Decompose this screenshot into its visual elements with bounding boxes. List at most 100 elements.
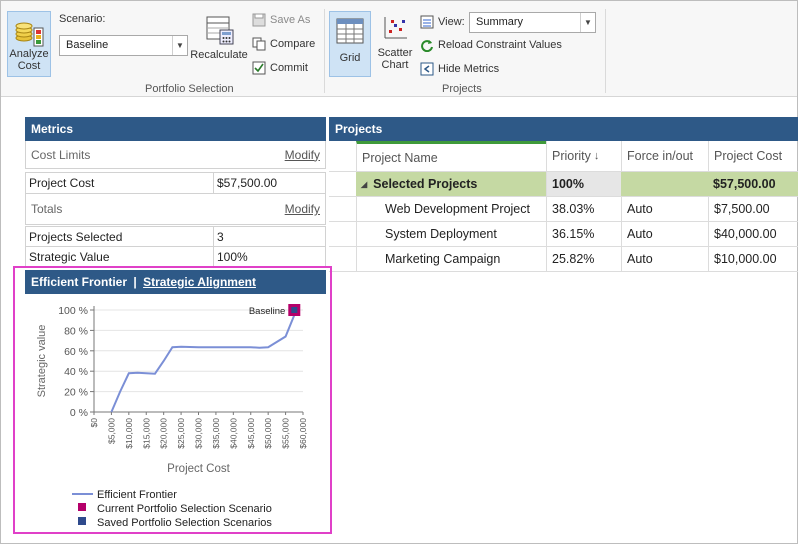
table-row[interactable]: Marketing Campaign 25.82% Auto $10,000.0… bbox=[329, 247, 798, 272]
save-as-button[interactable]: Save As bbox=[252, 13, 310, 27]
commit-button[interactable]: Commit bbox=[252, 61, 308, 75]
projects-selected-value: 3 bbox=[213, 227, 224, 246]
y-tick-label: 100 % bbox=[58, 305, 88, 317]
column-header-project-name-label: Project Name bbox=[362, 150, 438, 165]
projects-selected-row: Projects Selected 3 bbox=[25, 226, 326, 247]
legend-efficient-frontier: Efficient Frontier bbox=[97, 489, 177, 501]
projects-group-label: Projects bbox=[442, 83, 482, 95]
y-tick-label: 60 % bbox=[64, 346, 88, 358]
project-cost-cell: $10,000.00 bbox=[708, 247, 798, 271]
portfolio-selection-group-label: Portfolio Selection bbox=[145, 83, 234, 95]
cost-limits-label: Cost Limits bbox=[31, 147, 91, 162]
group-cost: $57,500.00 bbox=[713, 177, 776, 191]
recalculate-label: Recalculate bbox=[190, 49, 248, 61]
recalculate-button[interactable]: Recalculate bbox=[190, 15, 248, 61]
priority-cell: 25.82% bbox=[546, 247, 621, 271]
grid-view-button[interactable]: Grid bbox=[329, 11, 371, 77]
selected-projects-group-row[interactable]: ◢ Selected Projects 100% $57,500.00 bbox=[329, 172, 798, 197]
view-value: Summary bbox=[476, 16, 524, 28]
compare-button[interactable]: Compare bbox=[252, 37, 315, 51]
y-axis-title: Strategic value bbox=[36, 325, 48, 398]
row-selector-header bbox=[329, 141, 356, 171]
y-tick-label: 20 % bbox=[64, 387, 88, 399]
project-cost-value: $57,500.00 bbox=[213, 173, 277, 193]
x-tick-label: $25,000 bbox=[176, 418, 186, 449]
saved-scenario-marker bbox=[291, 307, 298, 313]
cost-limits-row: Cost Limits Modify bbox=[25, 141, 326, 169]
legend-saved-scenarios: Saved Portfolio Selection Scenarios bbox=[97, 517, 272, 529]
table-row[interactable]: Web Development Project 38.03% Auto $7,5… bbox=[329, 197, 798, 222]
chart-header: Efficient Frontier | Strategic Alignment bbox=[25, 270, 326, 294]
efficient-frontier-tab[interactable]: Efficient Frontier bbox=[31, 275, 127, 289]
commit-icon bbox=[252, 61, 266, 75]
baseline-point-label: Baseline bbox=[249, 306, 285, 317]
totals-modify-link[interactable]: Modify bbox=[282, 194, 320, 224]
save-as-label: Save As bbox=[270, 14, 311, 26]
project-name-cell: Marketing Campaign bbox=[356, 247, 546, 271]
analyze-cost-button[interactable]: Analyze Cost bbox=[7, 11, 51, 77]
force-cell[interactable]: Auto bbox=[621, 222, 708, 246]
x-tick-label: $45,000 bbox=[246, 418, 256, 449]
column-header-project-name[interactable]: Project Name bbox=[356, 141, 546, 171]
group-force bbox=[621, 172, 708, 196]
collapse-triangle-icon[interactable]: ◢ bbox=[361, 180, 367, 189]
view-select[interactable]: Summary ▼ bbox=[469, 12, 596, 33]
scatter-chart-button[interactable]: Scatter Chart bbox=[375, 15, 415, 71]
y-tick-label: 80 % bbox=[64, 325, 88, 337]
reload-constraint-values-button[interactable]: Reload Constraint Values bbox=[420, 38, 562, 52]
group-priority: 100% bbox=[546, 172, 621, 196]
x-axis-title: Project Cost bbox=[167, 463, 230, 475]
legend-current-scenario: Current Portfolio Selection Scenario bbox=[97, 503, 272, 515]
totals-row: Totals Modify bbox=[25, 194, 326, 225]
chevron-down-icon: ▼ bbox=[580, 13, 595, 32]
scenario-value: Baseline bbox=[66, 39, 109, 51]
x-tick-label: $5,000 bbox=[106, 418, 116, 444]
calculator-icon bbox=[206, 16, 234, 45]
scatter-label-1: Scatter bbox=[377, 47, 413, 59]
table-row[interactable]: System Deployment 36.15% Auto $40,000.00 bbox=[329, 222, 798, 247]
efficient-frontier-chart: 0 % 20 % 40 % 60 % 80 % 100 % $0 $5,000 $10,000 $… bbox=[36, 304, 308, 529]
x-tick-label: $20,000 bbox=[159, 418, 169, 449]
efficient-frontier-panel: Efficient Frontier | Strategic Alignment… bbox=[13, 266, 332, 534]
x-tick-label: $30,000 bbox=[194, 418, 204, 449]
strategic-value-value: 100% bbox=[213, 247, 248, 266]
row-selector bbox=[329, 197, 356, 221]
ribbon: Analyze Cost Scenario: Baseline ▼ Recalc… bbox=[1, 1, 797, 97]
project-name-cell: System Deployment bbox=[356, 222, 546, 246]
analyze-label-1: Analyze bbox=[9, 48, 49, 60]
cost-limits-modify-link[interactable]: Modify bbox=[282, 141, 320, 168]
force-cell[interactable]: Auto bbox=[621, 197, 708, 221]
analyze-label-2: Cost bbox=[17, 60, 41, 72]
view-label-group: View: bbox=[420, 15, 465, 29]
x-tick-label: $55,000 bbox=[281, 418, 291, 449]
projects-selected-label: Projects Selected bbox=[29, 229, 123, 244]
metrics-header: Metrics bbox=[25, 117, 326, 141]
column-header-priority[interactable]: Priority ↓ bbox=[546, 141, 621, 171]
force-cell[interactable]: Auto bbox=[621, 247, 708, 271]
column-header-project-cost[interactable]: Project Cost bbox=[708, 141, 798, 171]
grid-header-row: Project Name Priority ↓ Force in/out Pro… bbox=[329, 141, 798, 172]
scatter-chart-icon bbox=[384, 17, 407, 39]
x-tick-label: $35,000 bbox=[211, 418, 221, 449]
hide-metrics-button[interactable]: Hide Metrics bbox=[420, 62, 499, 76]
grid-icon bbox=[336, 18, 364, 44]
projects-header: Projects bbox=[329, 117, 798, 141]
hide-metrics-label: Hide Metrics bbox=[438, 63, 500, 75]
x-tick-label: $50,000 bbox=[263, 418, 273, 449]
chevron-down-icon: ▼ bbox=[172, 36, 187, 55]
strategic-alignment-tab[interactable]: Strategic Alignment bbox=[143, 275, 256, 289]
row-selector bbox=[329, 247, 356, 271]
view-list-icon bbox=[420, 15, 434, 29]
scenario-select[interactable]: Baseline ▼ bbox=[59, 35, 188, 56]
ribbon-separator bbox=[324, 9, 325, 93]
row-selector bbox=[329, 172, 356, 196]
scenario-label: Scenario: bbox=[59, 13, 106, 25]
scatter-label-2: Chart bbox=[381, 59, 409, 71]
ribbon-separator bbox=[605, 9, 606, 93]
column-header-force-label: Force in/out bbox=[627, 149, 694, 163]
x-tick-label: $10,000 bbox=[124, 418, 134, 449]
column-header-force[interactable]: Force in/out bbox=[621, 141, 708, 171]
legend-saved-swatch bbox=[78, 517, 86, 525]
strategic-value-label: Strategic Value bbox=[29, 249, 110, 264]
y-tick-label: 40 % bbox=[64, 366, 88, 378]
